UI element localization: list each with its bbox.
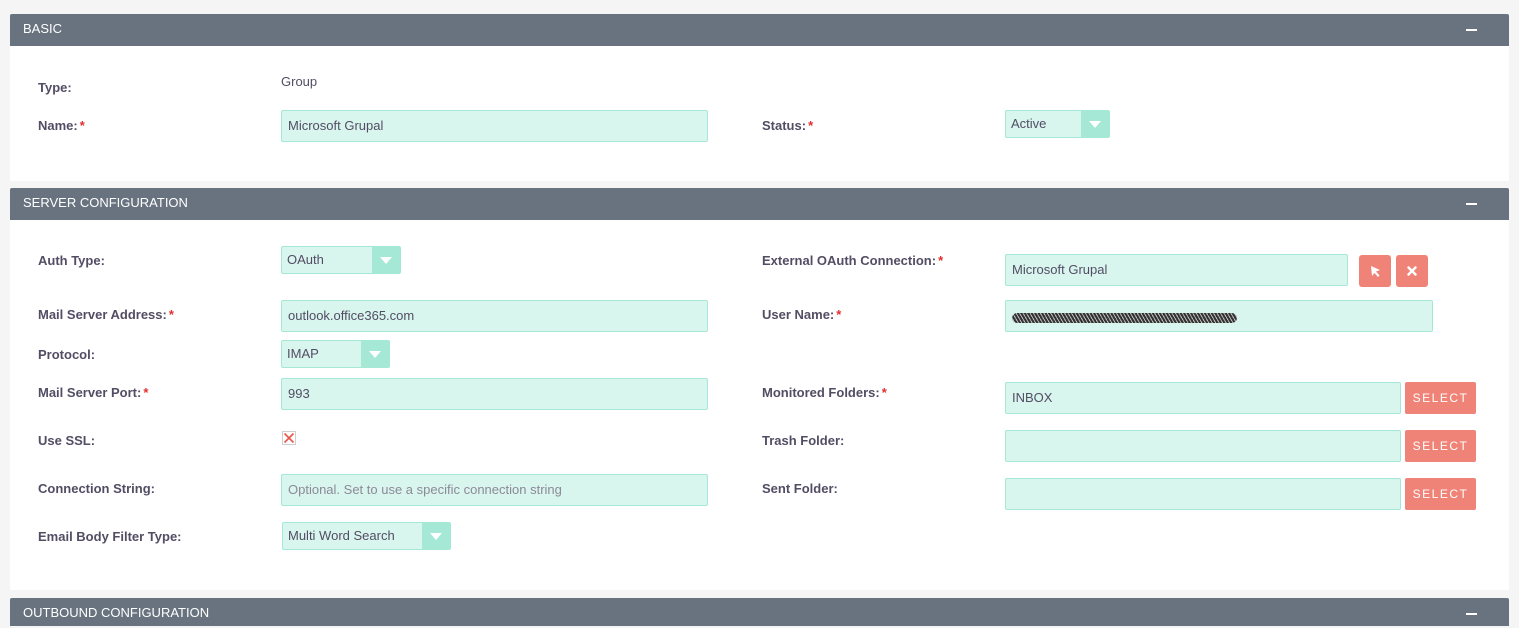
select-oauth-button[interactable] (1359, 255, 1391, 287)
basic-panel-body: Type: Group Name: * Microsoft Grupal Stat… (10, 46, 1509, 181)
x-mark-icon (283, 432, 295, 444)
required-mark: * (881, 385, 887, 400)
monitored-folders-label-text: Monitored Folders: (762, 385, 880, 400)
outbound-panel-title: OUTBOUND CONFIGURATION (23, 605, 210, 620)
chevron-down-icon[interactable] (361, 341, 389, 367)
select-monitored-button[interactable]: SELECT (1405, 382, 1476, 414)
port-label: Mail Server Port: * (38, 385, 148, 401)
external-oauth-label: External OAuth Connection: * (762, 253, 943, 269)
status-select[interactable]: Active (1005, 110, 1110, 138)
name-label: Name: * (38, 118, 85, 134)
cursor-arrow-icon (1371, 266, 1380, 277)
chevron-down-icon[interactable] (372, 247, 400, 273)
sent-folder-label: Sent Folder: (762, 481, 838, 496)
auth-type-value: OAuth (287, 252, 324, 267)
outbound-panel-header[interactable]: OUTBOUND CONFIGURATION (10, 598, 1509, 626)
server-panel-header[interactable]: SERVER CONFIGURATION (10, 188, 1509, 220)
select-trash-button[interactable]: SELECT (1405, 430, 1476, 462)
status-label: Status: * (762, 118, 813, 134)
trash-folder-label: Trash Folder: (762, 433, 845, 448)
filter-type-value: Multi Word Search (288, 528, 395, 543)
protocol-value: IMAP (287, 346, 319, 361)
clear-oauth-button[interactable] (1396, 255, 1428, 287)
external-oauth-input[interactable]: Microsoft Grupal (1005, 254, 1348, 286)
minus-icon[interactable] (1466, 29, 1477, 31)
required-mark: * (79, 118, 85, 133)
monitored-folders-label: Monitored Folders: * (762, 385, 887, 401)
trash-folder-input[interactable] (1005, 430, 1401, 462)
minus-icon[interactable] (1466, 203, 1477, 205)
type-label: Type: (38, 80, 72, 95)
required-mark: * (168, 307, 174, 322)
auth-type-select[interactable]: OAuth (281, 246, 401, 274)
user-name-label: User Name: * (762, 307, 841, 323)
status-label-text: Status: (762, 118, 807, 133)
chevron-down-icon[interactable] (1081, 111, 1109, 137)
required-mark: * (143, 385, 149, 400)
sent-folder-input[interactable] (1005, 478, 1401, 510)
basic-panel-header[interactable]: BASIC (10, 14, 1509, 46)
name-input[interactable]: Microsoft Grupal (281, 110, 708, 142)
ssl-checkbox[interactable] (282, 431, 296, 445)
ssl-label: Use SSL: (38, 433, 96, 448)
type-value: Group (281, 74, 318, 89)
required-mark: * (836, 307, 842, 322)
auth-type-label: Auth Type: (38, 253, 105, 268)
status-select-value: Active (1011, 116, 1047, 131)
port-label-text: Mail Server Port: (38, 385, 142, 400)
user-name-input[interactable] (1005, 300, 1433, 332)
mail-server-input[interactable]: outlook.office365.com (281, 300, 708, 332)
filter-type-label: Email Body Filter Type: (38, 529, 182, 544)
external-oauth-label-text: External OAuth Connection: (762, 253, 937, 268)
protocol-label: Protocol: (38, 347, 96, 362)
required-mark: * (938, 253, 944, 268)
chevron-down-icon[interactable] (422, 523, 450, 549)
user-name-label-text: User Name: (762, 307, 835, 322)
select-sent-button[interactable]: SELECT (1405, 478, 1476, 510)
monitored-folders-input[interactable]: INBOX (1005, 382, 1401, 414)
server-panel-title: SERVER CONFIGURATION (23, 195, 188, 210)
minus-icon[interactable] (1466, 613, 1477, 615)
server-panel-body: Auth Type: OAuth External OAuth Connecti… (10, 220, 1509, 590)
protocol-select[interactable]: IMAP (281, 340, 390, 368)
connection-string-input[interactable]: Optional. Set to use a specific connecti… (281, 474, 708, 506)
mail-server-label-text: Mail Server Address: (38, 307, 167, 322)
name-label-text: Name: (38, 118, 78, 133)
port-input[interactable]: 993 (281, 378, 708, 410)
required-mark: * (808, 118, 814, 133)
redacted-scribble (1012, 313, 1237, 323)
basic-panel-title: BASIC (23, 21, 63, 36)
close-icon (1407, 266, 1417, 276)
connection-string-label: Connection String: (38, 481, 155, 496)
mail-server-label: Mail Server Address: * (38, 307, 174, 323)
filter-type-select[interactable]: Multi Word Search (282, 522, 451, 550)
